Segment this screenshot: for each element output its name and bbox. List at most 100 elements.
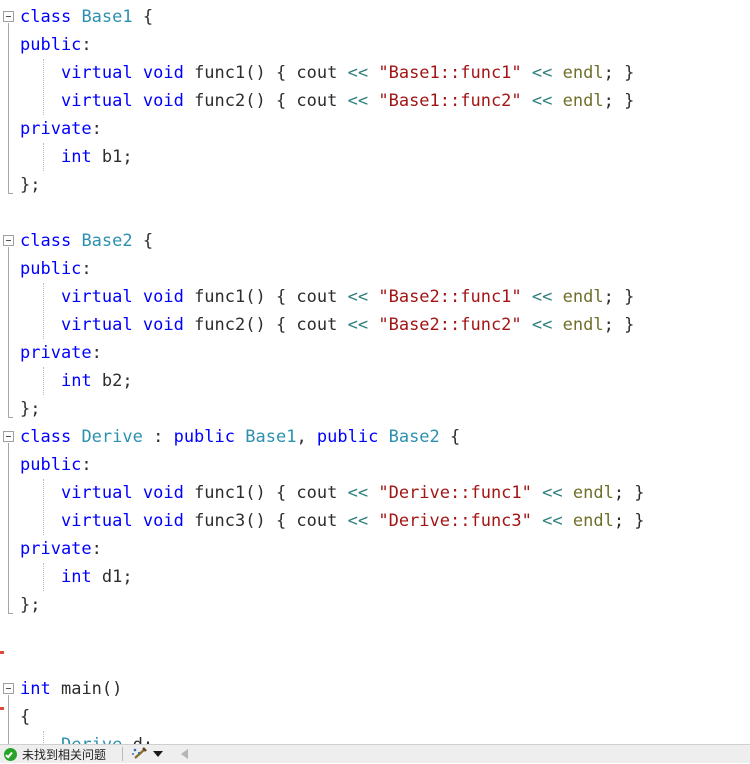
code-line[interactable]: virtual void func1() { cout << "Derive::… (0, 479, 750, 507)
code-token: ; } (613, 483, 645, 503)
code-token: { (132, 7, 154, 27)
indent-guide (42, 283, 45, 339)
code-token: << (347, 287, 369, 307)
code-token: "Derive::func1" (378, 483, 532, 503)
code-token: public (20, 455, 82, 475)
code-line[interactable]: int b1; (0, 143, 750, 171)
indent-guide (42, 143, 45, 171)
code-line[interactable]: private: (0, 339, 750, 367)
code-line[interactable]: virtual void func1() { cout << "Base1::f… (0, 59, 750, 87)
code-line[interactable]: private: (0, 115, 750, 143)
indent-guide (42, 367, 45, 395)
code-line[interactable] (0, 647, 750, 675)
caret-down-icon[interactable] (153, 751, 164, 757)
code-token: func2() { (194, 91, 297, 111)
code-line[interactable]: public: (0, 255, 750, 283)
code-token: virtual (60, 287, 133, 307)
code-token: class (20, 427, 72, 447)
code-line-text: }; (20, 395, 40, 423)
code-token: virtual (60, 315, 133, 335)
code-token: void (142, 287, 184, 307)
code-token: Derive (81, 427, 143, 447)
code-token: "Base1::func2" (378, 91, 522, 111)
code-line[interactable]: }; (0, 171, 750, 199)
code-line[interactable] (0, 199, 750, 227)
code-line[interactable]: class Base1 { (0, 3, 750, 31)
code-line[interactable]: virtual void func2() { cout << "Base2::f… (0, 311, 750, 339)
code-line[interactable]: { (0, 703, 750, 731)
code-token: func2() { (194, 315, 297, 335)
code-token: endl (562, 315, 604, 335)
code-token: public (173, 427, 235, 447)
code-token: cout (296, 63, 338, 83)
code-token: virtual (60, 63, 133, 83)
code-token: Base1 (81, 7, 133, 27)
code-line[interactable]: class Derive : public Base1, public Base… (0, 423, 750, 451)
quick-actions-wand-icon[interactable] (131, 747, 149, 761)
code-line[interactable]: int b2; (0, 367, 750, 395)
margin-change-tick (0, 707, 4, 710)
margin-change-tick (0, 651, 4, 654)
code-token: cout (296, 511, 338, 531)
code-line-text: public: (20, 255, 92, 283)
code-line[interactable]: class Base2 { (0, 227, 750, 255)
code-token: int (20, 679, 51, 699)
code-line[interactable]: public: (0, 451, 750, 479)
code-line[interactable]: Derive d; (0, 731, 750, 744)
code-line-text: class Base1 { (20, 3, 153, 31)
code-line[interactable]: virtual void func3() { cout << "Derive::… (0, 507, 750, 535)
code-line[interactable]: int main() (0, 675, 750, 703)
caret-left-icon[interactable] (181, 749, 189, 759)
code-line[interactable]: virtual void func1() { cout << "Base2::f… (0, 283, 750, 311)
code-line[interactable]: }; (0, 395, 750, 423)
code-line[interactable] (0, 619, 750, 647)
indent-guide (42, 59, 45, 115)
code-line[interactable]: int d1; (0, 563, 750, 591)
code-line-text: virtual void func2() { cout << "Base2::f… (20, 311, 634, 339)
code-token: << (531, 287, 553, 307)
code-token: Base2 (388, 427, 440, 447)
code-line[interactable]: }; (0, 591, 750, 619)
code-token: ; } (603, 315, 635, 335)
code-token: cout (296, 483, 338, 503)
code-token: void (142, 315, 184, 335)
code-line[interactable]: private: (0, 535, 750, 563)
code-token: : (91, 539, 102, 559)
code-line[interactable]: virtual void func2() { cout << "Base1::f… (0, 87, 750, 115)
code-token: ; } (603, 287, 635, 307)
code-line-text: int b2; (20, 367, 133, 395)
code-line[interactable]: public: (0, 31, 750, 59)
code-token: int (60, 567, 92, 587)
code-line-text: private: (20, 535, 102, 563)
code-token: ; } (603, 63, 635, 83)
code-line-text: int b1; (20, 143, 133, 171)
code-token: b1; (101, 147, 133, 167)
code-editor-surface[interactable]: class Base1 {public: virtual void func1(… (0, 0, 750, 744)
code-line-text: int main() (20, 675, 122, 703)
code-token: "Base2::func1" (378, 287, 522, 307)
